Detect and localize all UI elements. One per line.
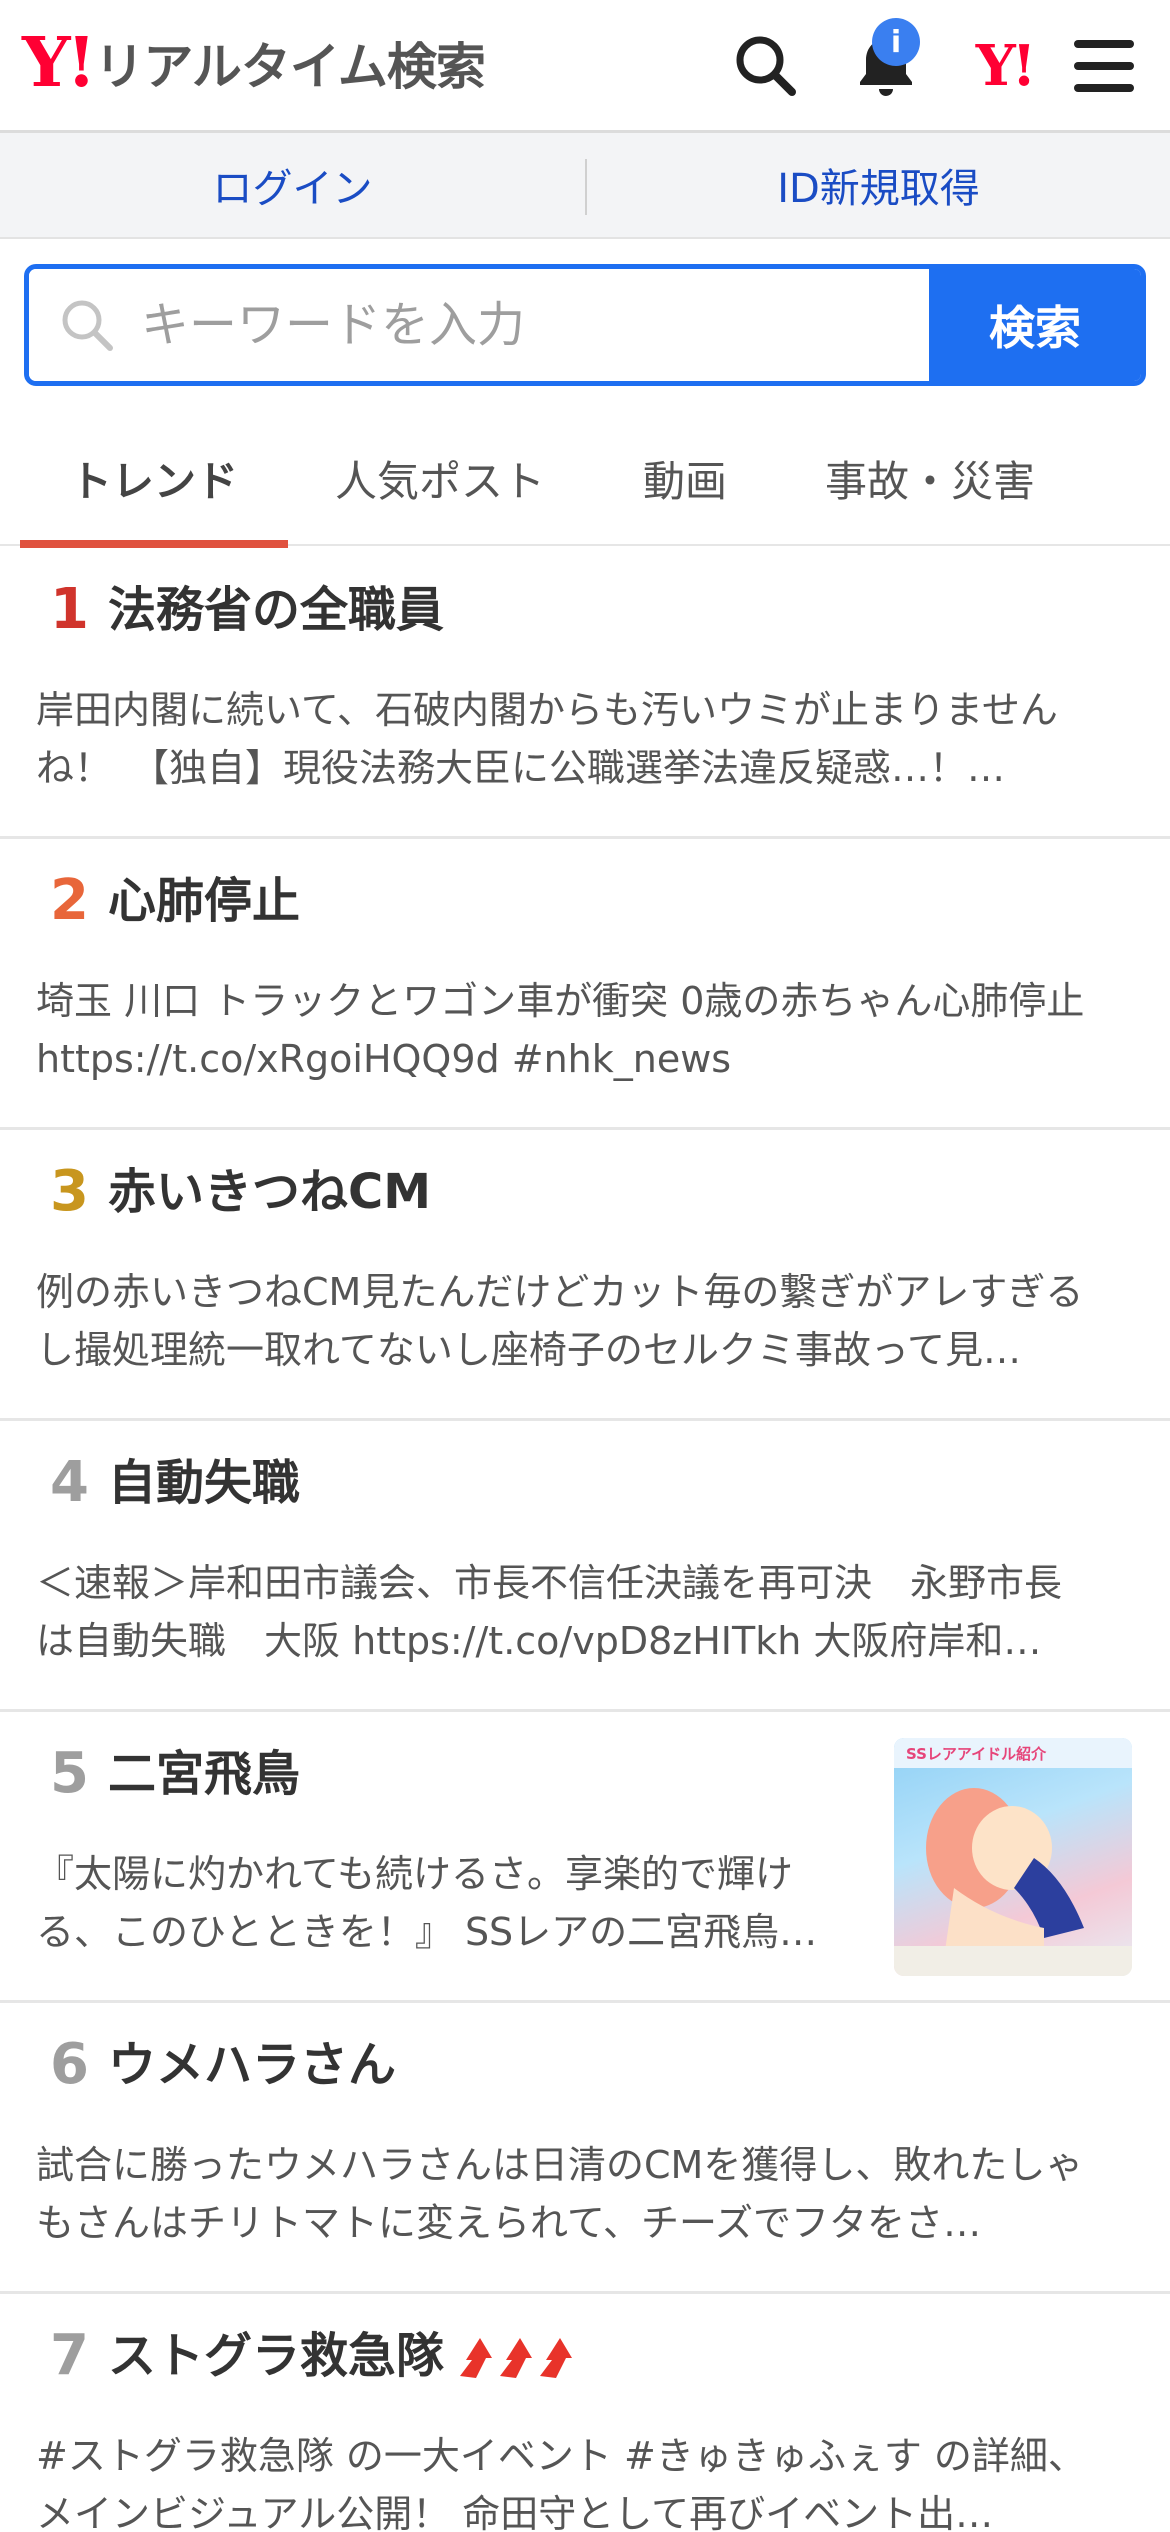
yahoo-realtime-logo[interactable]: Y! リアルタイム検索	[22, 23, 486, 103]
logo-text: リアルタイム検索	[94, 38, 485, 96]
yahoo-japan-icon[interactable]: Y!	[966, 28, 1042, 104]
app-header: Y! リアルタイム検索 i Y!	[0, 0, 1170, 133]
tab-trend[interactable]: トレンド	[20, 410, 288, 548]
tab-accidents-disasters[interactable]: 事故・災害	[800, 410, 1060, 546]
trend-rank: 4	[50, 1450, 89, 1515]
tab-popular-posts[interactable]: 人気ポスト	[310, 410, 570, 546]
trend-thumbnail-image[interactable]: SSレアアイドル紹介	[894, 1738, 1132, 1976]
trend-title[interactable]: ストグラ救急隊	[108, 2330, 582, 2383]
trend-rank: 1	[50, 577, 89, 642]
signup-link[interactable]: ID新規取得	[587, 133, 1170, 237]
search-field[interactable]	[29, 269, 929, 381]
thumbnail-caption: SSレアアイドル紹介	[906, 1745, 1047, 1763]
notification-badge: i	[872, 18, 920, 66]
trend-description: 『太陽に灼かれても続けるさ。享楽的で輝ける、このひとときを！』 SSレアの二宮飛…	[36, 1852, 818, 1954]
trend-description: 岸田内閣に続いて、石破内閣からも汚いウミが止まりませんね！ 【独自】現役法務大臣…	[36, 688, 1058, 790]
login-link[interactable]: ログイン	[0, 133, 585, 237]
trend-description: ＜速報＞岸和田市議会、市長不信任決議を再可決 永野市長は自動失職 大阪 http…	[36, 1561, 1063, 1663]
trend-title[interactable]: 二宮飛鳥	[108, 1748, 300, 1801]
search-field-icon	[62, 300, 113, 351]
list-item[interactable]: 1 法務省の全職員 岸田内閣に続いて、石破内閣からも汚いウミが止まりませんね！ …	[0, 548, 1170, 839]
yahoo-mark: Y!	[975, 33, 1037, 99]
trend-rank: 7	[50, 2323, 89, 2388]
trend-list: 1 法務省の全職員 岸田内閣に続いて、石破内閣からも汚いウミが止まりませんね！ …	[0, 548, 1170, 2532]
trend-title-text: ストグラ救急隊	[108, 2328, 445, 2384]
search-icon[interactable]	[728, 28, 804, 104]
trend-description: #ストグラ救急隊 の一大イベント #きゅきゅふぇす の詳細、メインビジュアル公開…	[36, 2434, 1086, 2532]
trend-title[interactable]: ウメハラさん	[108, 2039, 396, 2092]
list-item[interactable]: 6 ウメハラさん 試合に勝ったウメハラさんは日清のCMを獲得し、敗れたしゃもさん…	[0, 2003, 1170, 2294]
list-item[interactable]: 3 赤いきつねCM 例の赤いきつねCM見たんだけどカット毎の繋ぎがアレすぎるし撮…	[0, 1130, 1170, 1421]
search-button[interactable]: 検索	[929, 269, 1141, 381]
trend-description: 埼玉 川口 トラックとワゴン車が衝突 0歳の赤ちゃん心肺停止 https://t…	[36, 979, 1085, 1081]
list-item[interactable]: 7 ストグラ救急隊 #ストグラ救急隊 の一大イベント #きゅきゅふぇす の詳細、…	[0, 2294, 1170, 2532]
account-bar: ログイン ID新規取得	[0, 133, 1170, 239]
trend-description: 例の赤いきつねCM見たんだけどカット毎の繋ぎがアレすぎるし撮処理統一取れてないし…	[36, 1270, 1084, 1372]
trend-title[interactable]: 赤いきつねCM	[108, 1166, 431, 1219]
trend-rank: 2	[50, 868, 89, 933]
trend-rank: 3	[50, 1159, 89, 1224]
trend-rank: 6	[50, 2032, 89, 2097]
tab-videos[interactable]: 動画	[600, 410, 770, 546]
logo-mark: Y!	[22, 23, 96, 103]
menu-icon[interactable]	[1066, 28, 1142, 104]
list-item[interactable]: 2 心肺停止 埼玉 川口 トラックとワゴン車が衝突 0歳の赤ちゃん心肺停止 ht…	[0, 839, 1170, 1130]
notification-bell-icon[interactable]: i	[848, 18, 924, 104]
trend-title[interactable]: 法務省の全職員	[108, 584, 444, 637]
category-tabs: トレンド 人気ポスト 動画 事故・災害	[0, 410, 1170, 548]
trend-title[interactable]: 心肺停止	[108, 875, 300, 928]
trend-description: 試合に勝ったウメハラさんは日清のCMを獲得し、敗れたしゃもさんはチリトマトに変え…	[36, 2143, 1084, 2245]
list-item[interactable]: 4 自動失職 ＜速報＞岸和田市議会、市長不信任決議を再可決 永野市長は自動失職 …	[0, 1421, 1170, 1712]
search-input[interactable]	[141, 297, 841, 353]
trend-title[interactable]: 自動失職	[108, 1457, 300, 1510]
list-item[interactable]: 5 二宮飛鳥 『太陽に灼かれても続けるさ。享楽的で輝ける、このひとときを！』 S…	[0, 1712, 1170, 2003]
trend-rank: 5	[50, 1741, 89, 1806]
rising-arrows-icon	[458, 2330, 582, 2382]
search-box: 検索	[24, 264, 1146, 386]
